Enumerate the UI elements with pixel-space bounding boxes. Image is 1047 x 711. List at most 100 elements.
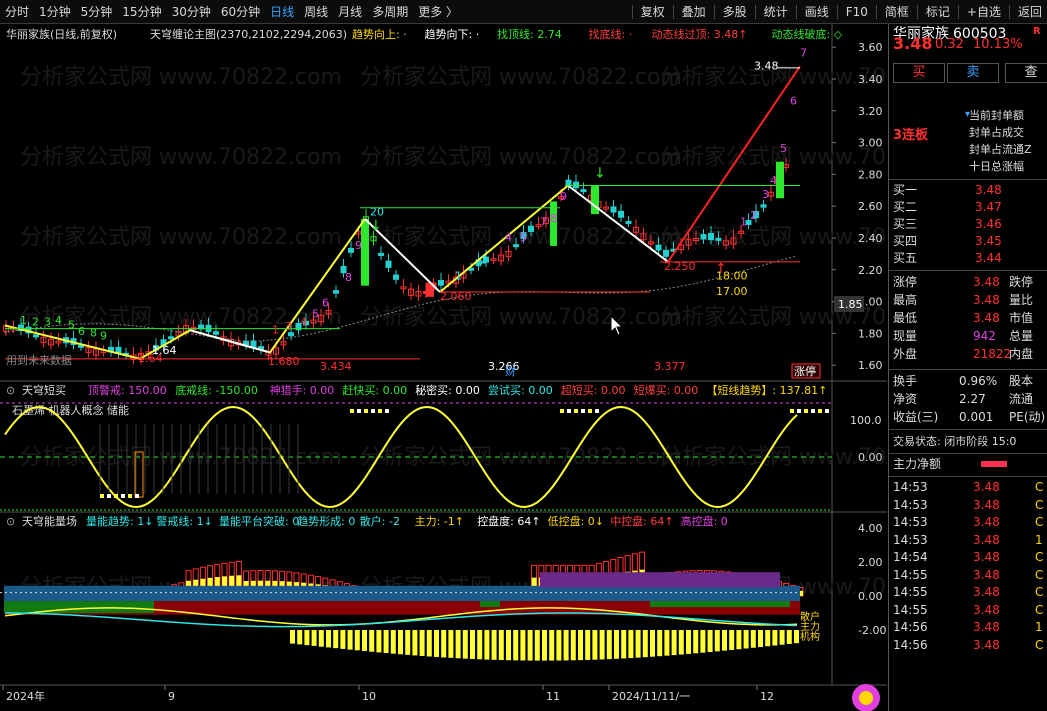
sub2-axis-0: 4.00 bbox=[858, 522, 883, 535]
neg-bar-34 bbox=[534, 630, 540, 661]
count-label-4: 5 bbox=[68, 319, 75, 332]
arrow-down-2: ↓ bbox=[594, 166, 606, 182]
toolbar-separator bbox=[672, 4, 674, 19]
quote-panel: 华丽家族 600503 R 3.48 0.32 10.13% 买卖查 3连板 当前封单额 封单占成… bbox=[888, 24, 1047, 711]
toolbar-right-9[interactable]: 返回 bbox=[1013, 0, 1047, 24]
toolbar-left-6[interactable]: 日线 bbox=[265, 0, 299, 24]
neg-bar-21 bbox=[441, 630, 447, 658]
sub2-collapse-icon: ⊙ bbox=[6, 515, 15, 528]
neg-bar-59 bbox=[714, 630, 720, 652]
zhuli-label: 主力净额 bbox=[893, 457, 942, 471]
neg-bar-7 bbox=[340, 630, 346, 649]
toolbar-left-1[interactable]: 1分钟 bbox=[34, 0, 76, 24]
neg-bar-1 bbox=[297, 630, 303, 645]
r-badge: R bbox=[1033, 26, 1041, 37]
bid-label-3: 买四 bbox=[893, 234, 918, 248]
candle-green-big-1 bbox=[361, 218, 369, 286]
toolbar-right-1[interactable]: 叠加 bbox=[677, 0, 711, 24]
main-header-item-1: 趋势向下: · bbox=[425, 27, 480, 41]
count-label-22: 9 bbox=[560, 190, 567, 203]
count-label-12: 6 bbox=[322, 296, 329, 309]
logo bbox=[852, 684, 880, 711]
neg-bar-6 bbox=[333, 630, 339, 649]
toolbar-right-5[interactable]: F10 bbox=[841, 0, 873, 24]
toolbar-left-0[interactable]: 分时 bbox=[0, 0, 34, 24]
seal-line-1: 封单占成交 bbox=[969, 126, 1024, 139]
stat-label2-0: 跌停 bbox=[1009, 275, 1034, 289]
chart-canvas[interactable]: 分析家公式网 www.70822.com 分析家公式网 www.70822.com… bbox=[0, 24, 887, 711]
sub1-dots-3-4 bbox=[818, 409, 822, 413]
toolbar-separator bbox=[875, 4, 877, 19]
neg-bar-36 bbox=[549, 630, 555, 661]
sub1-dots-2-4 bbox=[588, 409, 592, 413]
candle-body-33 bbox=[250, 340, 257, 348]
sub1-item-6: 超短买: 0.00 bbox=[561, 383, 626, 397]
tick-vol-9: C bbox=[1035, 637, 1044, 652]
toolbar-right-2[interactable]: 多股 bbox=[718, 0, 752, 24]
stat2-value-0: 0.96% bbox=[959, 374, 998, 388]
tick-time-3: 14:53 bbox=[893, 532, 928, 547]
chart-panel[interactable]: 分析家公式网 www.70822.com 分析家公式网 www.70822.com… bbox=[0, 24, 887, 711]
current-price-label: 1.85 bbox=[838, 298, 863, 311]
toolbar-right-6[interactable]: 简框 bbox=[880, 0, 914, 24]
toolbar-right-4[interactable]: 画线 bbox=[800, 0, 834, 24]
sub2-item-5: 主力: -1↑ bbox=[415, 515, 464, 528]
tick-time-1: 14:53 bbox=[893, 497, 928, 512]
neg-bar-66 bbox=[765, 630, 771, 647]
sell-button[interactable]: 卖 bbox=[947, 63, 999, 83]
candle-body-58 bbox=[438, 279, 444, 286]
toolbar-right-3[interactable]: 统计 bbox=[759, 0, 793, 24]
count-label-10: 4 bbox=[300, 315, 307, 328]
count-label-6: 8 bbox=[90, 327, 97, 340]
price-label-11: 3.48 bbox=[754, 59, 779, 72]
price-label-6: 2.060 bbox=[440, 290, 472, 303]
stat2-label2-0: 股本 bbox=[1009, 374, 1034, 388]
candle-body-88 bbox=[663, 249, 669, 257]
toolbar-right-8[interactable]: +自选 bbox=[962, 0, 1006, 24]
candle-body-76 bbox=[573, 181, 579, 189]
sub1-item-0: 顶警戒: 150.00 bbox=[88, 383, 167, 397]
candle-body-32 bbox=[243, 340, 249, 346]
candle-body-77 bbox=[580, 189, 587, 193]
query-button[interactable]: 查 bbox=[1005, 63, 1047, 83]
buy-button[interactable]: 买 bbox=[893, 63, 945, 83]
toolbar-left-8[interactable]: 月线 bbox=[333, 0, 367, 24]
xaxis-label-3: 11 bbox=[546, 690, 560, 703]
toolbar-left-10[interactable]: 更多 〉 bbox=[413, 0, 463, 24]
neg-bar-43 bbox=[599, 630, 605, 660]
toolbar-left-5[interactable]: 60分钟 bbox=[216, 0, 265, 24]
neg-bar-56 bbox=[693, 630, 699, 654]
sub1-dots-1-1 bbox=[357, 409, 361, 413]
tick-price-4: 3.48 bbox=[973, 550, 1000, 564]
sub1-dots-3-0 bbox=[790, 409, 794, 413]
toolbar-right-0[interactable]: 复权 bbox=[636, 0, 670, 24]
neg-bar-38 bbox=[563, 630, 569, 661]
neg-bar-45 bbox=[614, 630, 619, 659]
toolbar-left-7[interactable]: 周线 bbox=[299, 0, 333, 24]
sub1-dots-3-5 bbox=[825, 409, 829, 413]
count-label-18: 4 bbox=[505, 231, 512, 244]
neg-bar-46 bbox=[621, 630, 627, 659]
neg-bar-41 bbox=[585, 630, 591, 660]
lianban-label: 3连板 bbox=[893, 128, 929, 143]
neg-bar-8 bbox=[347, 630, 353, 650]
sub2-axis-2: 0.00 bbox=[858, 590, 883, 603]
main-header-item-0: 趋势向上: · bbox=[352, 27, 407, 41]
watermark-8: 分析家公式网 www.70822.com bbox=[660, 225, 887, 250]
price-label-8: 3.377 bbox=[654, 360, 686, 373]
watermark-4: 分析家公式网 www.70822.com bbox=[360, 145, 682, 170]
logo-flower-center bbox=[859, 691, 873, 705]
toolbar-left-4[interactable]: 30分钟 bbox=[167, 0, 216, 24]
sub2-axis-3: -2.00 bbox=[858, 624, 886, 637]
tick-time-4: 14:54 bbox=[893, 550, 928, 564]
stat-label2-4: 内盘 bbox=[1009, 347, 1034, 361]
toolbar-left-9[interactable]: 多周期 bbox=[367, 0, 413, 24]
neg-bar-24 bbox=[462, 630, 468, 659]
toolbar-left-3[interactable]: 15分钟 bbox=[117, 0, 166, 24]
price-tick-1: 3.40 bbox=[858, 73, 883, 86]
sub1-dots-3-3 bbox=[811, 409, 815, 413]
neg-bar-28 bbox=[491, 630, 497, 660]
toolbar-right-7[interactable]: 标记 bbox=[921, 0, 955, 24]
bid-label-1: 买二 bbox=[893, 200, 918, 214]
toolbar-left-2[interactable]: 5分钟 bbox=[76, 0, 118, 24]
